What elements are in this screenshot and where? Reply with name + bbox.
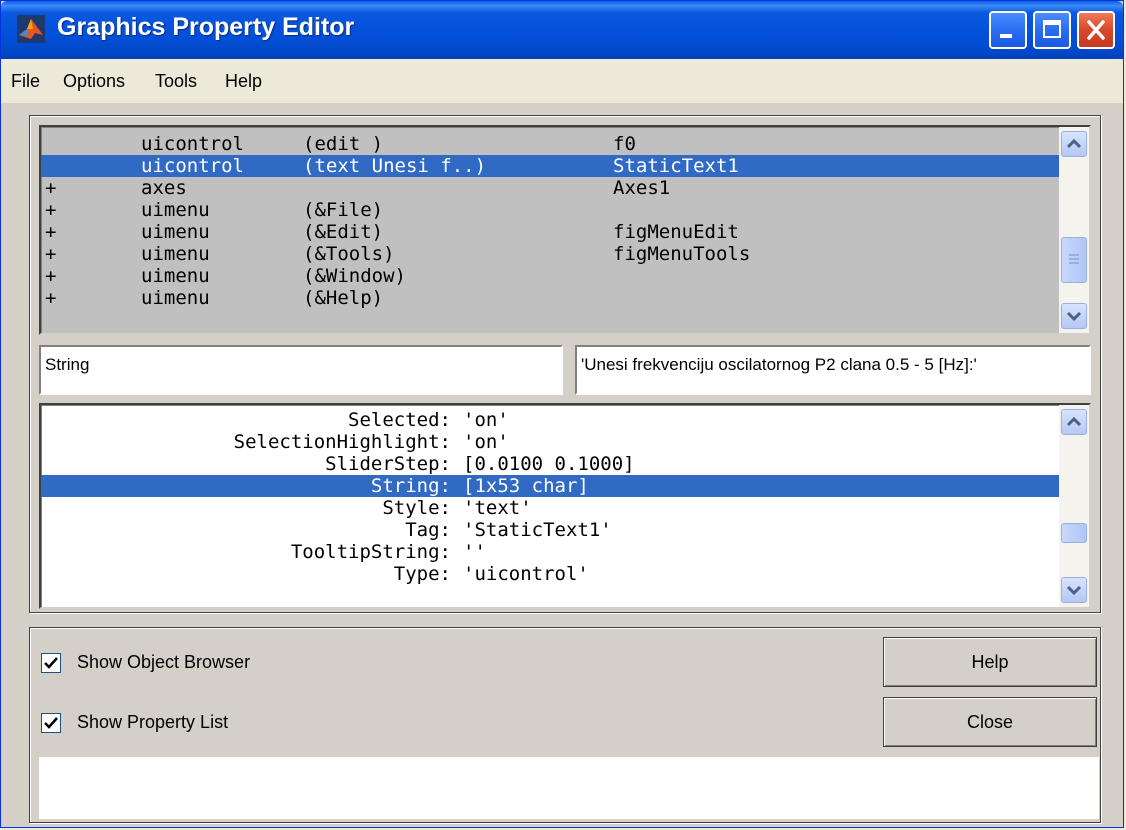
- property-row-name: Selected:: [348, 409, 451, 431]
- object-args: (&File): [303, 199, 384, 221]
- object-args: (&Window): [303, 265, 406, 287]
- object-row[interactable]: + uimenu (&Tools) figMenuTools: [41, 243, 1061, 265]
- property-row[interactable]: SelectionHighlight: 'on': [41, 431, 1061, 453]
- object-expander: +: [45, 265, 57, 287]
- object-type: uimenu: [141, 265, 210, 287]
- property-row[interactable]: Selected: 'on': [41, 409, 1061, 431]
- scroll-thumb[interactable]: [1061, 523, 1087, 543]
- object-expander: +: [45, 243, 57, 265]
- object-type: uimenu: [141, 221, 210, 243]
- scroll-up-arrow-icon[interactable]: [1061, 131, 1087, 157]
- close-window-button[interactable]: [1077, 11, 1115, 49]
- property-row-value: '': [463, 541, 486, 563]
- object-expander: +: [45, 221, 57, 243]
- object-row[interactable]: uicontrol (text Unesi f..) StaticText1: [41, 155, 1061, 177]
- graphics-property-editor-window: Graphics Property Editor File Options To…: [0, 0, 1124, 828]
- object-tag: figMenuEdit: [613, 221, 739, 243]
- show-object-browser-checkbox[interactable]: [41, 653, 61, 673]
- property-row-value: 'text': [463, 497, 532, 519]
- object-expander: +: [45, 177, 57, 199]
- object-type: uimenu: [141, 287, 210, 309]
- object-browser-scrollbar[interactable]: [1059, 127, 1089, 333]
- object-args: (text Unesi f..): [303, 155, 487, 177]
- object-args: (&Help): [303, 287, 384, 309]
- object-row[interactable]: + uimenu (&File): [41, 199, 1061, 221]
- object-row[interactable]: + uimenu (&Help): [41, 287, 1061, 309]
- property-row-value: [0.0100 0.1000]: [463, 453, 635, 475]
- property-list-scrollbar[interactable]: [1059, 405, 1089, 607]
- menu-options[interactable]: Options: [63, 71, 125, 92]
- help-button[interactable]: Help: [883, 637, 1097, 687]
- menu-bar: File Options Tools Help: [1, 59, 1123, 103]
- scroll-down-arrow-icon[interactable]: [1061, 303, 1087, 329]
- property-row-name: String:: [370, 475, 451, 497]
- object-type: uicontrol: [141, 155, 244, 177]
- property-row[interactable]: Type: 'uicontrol': [41, 563, 1061, 585]
- property-row[interactable]: Style: 'text': [41, 497, 1061, 519]
- window-title: Graphics Property Editor: [57, 13, 355, 41]
- property-row[interactable]: TooltipString: '': [41, 541, 1061, 563]
- object-row[interactable]: + axes Axes1: [41, 177, 1061, 199]
- menu-help[interactable]: Help: [225, 71, 262, 92]
- menu-tools[interactable]: Tools: [155, 71, 197, 92]
- scroll-down-arrow-icon[interactable]: [1061, 577, 1087, 603]
- property-row-value: 'on': [463, 409, 509, 431]
- property-row[interactable]: String: [1x53 char]: [41, 475, 1061, 497]
- object-browser-list[interactable]: uicontrol (edit ) f0 uicontrol (text Unesi f…: [39, 125, 1091, 335]
- object-args: (&Edit): [303, 221, 384, 243]
- show-property-list-label: Show Property List: [77, 712, 229, 732]
- object-tag: Axes1: [613, 177, 671, 199]
- property-row-name: TooltipString:: [290, 541, 451, 563]
- property-value-field[interactable]: 'Unesi frekvenciju oscilatornog P2 clana…: [575, 345, 1091, 395]
- property-row-name: SliderStep:: [325, 453, 451, 475]
- object-expander: +: [45, 287, 57, 309]
- show-property-list-checkbox[interactable]: [41, 713, 61, 733]
- object-type: uicontrol: [141, 133, 244, 155]
- object-tag: StaticText1: [613, 155, 739, 177]
- show-object-browser-label: Show Object Browser: [77, 652, 251, 672]
- property-row-value: [1x53 char]: [463, 475, 589, 497]
- property-row-value: 'StaticText1': [463, 519, 612, 541]
- matlab-logo-icon: [17, 15, 45, 43]
- object-args: (&Tools): [303, 243, 395, 265]
- object-type: axes: [141, 177, 187, 199]
- property-row-value: 'on': [463, 431, 509, 453]
- object-expander: +: [45, 199, 57, 221]
- property-row[interactable]: SliderStep: [0.0100 0.1000]: [41, 453, 1061, 475]
- object-tag: f0: [613, 133, 636, 155]
- scroll-up-arrow-icon[interactable]: [1061, 409, 1087, 435]
- object-tag: figMenuTools: [613, 243, 751, 265]
- menu-file[interactable]: File: [11, 71, 40, 92]
- maximize-button[interactable]: [1033, 11, 1071, 49]
- object-args: (edit ): [303, 133, 384, 155]
- property-row-name: Tag:: [405, 519, 451, 541]
- property-row-value: 'uicontrol': [463, 563, 589, 585]
- object-row[interactable]: + uimenu (&Edit) figMenuEdit: [41, 221, 1061, 243]
- property-row-name: Style:: [382, 497, 451, 519]
- property-row-name: Type:: [393, 563, 451, 585]
- property-row-name: SelectionHighlight:: [233, 431, 451, 453]
- property-name-field[interactable]: String: [39, 345, 563, 395]
- scroll-thumb[interactable]: [1061, 237, 1087, 283]
- object-row[interactable]: + uimenu (&Window): [41, 265, 1061, 287]
- status-area: [39, 757, 1099, 819]
- minimize-button[interactable]: [989, 11, 1027, 49]
- close-button[interactable]: Close: [883, 697, 1097, 747]
- title-bar[interactable]: Graphics Property Editor: [1, 1, 1123, 59]
- object-type: uimenu: [141, 243, 210, 265]
- property-row[interactable]: Tag: 'StaticText1': [41, 519, 1061, 541]
- property-list[interactable]: Selected:'on' SelectionHighlight:'on' Slid…: [39, 403, 1091, 609]
- object-type: uimenu: [141, 199, 210, 221]
- object-row[interactable]: uicontrol (edit ) f0: [41, 133, 1061, 155]
